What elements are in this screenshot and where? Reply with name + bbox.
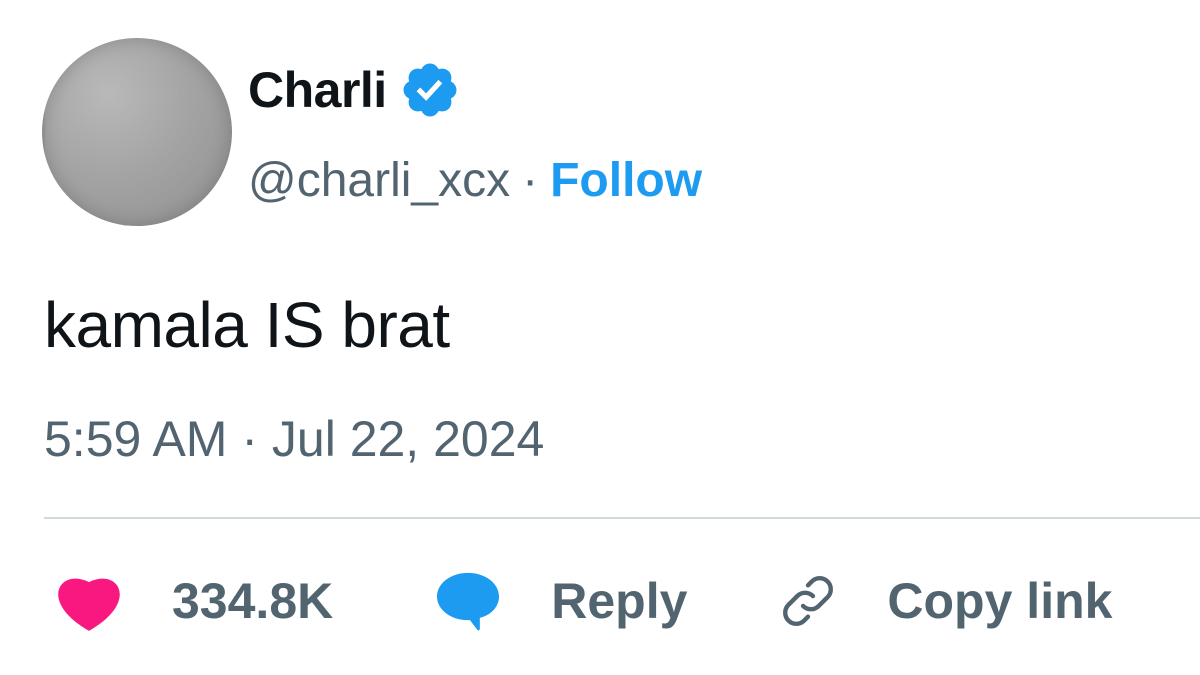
follow-button[interactable]: Follow bbox=[550, 153, 702, 208]
action-bar: 334.8K Reply Copy link bbox=[54, 565, 1112, 637]
divider bbox=[44, 517, 1200, 519]
handle-row: @charli_xcx · Follow bbox=[248, 150, 702, 210]
tweet-timestamp[interactable]: 5:59 AM · Jul 22, 2024 bbox=[44, 410, 544, 468]
reply-label: Reply bbox=[551, 573, 688, 629]
like-button[interactable]: 334.8K bbox=[54, 570, 333, 632]
author-name[interactable]: Charli bbox=[248, 61, 387, 119]
heart-icon bbox=[58, 578, 120, 631]
link-icon bbox=[783, 576, 834, 626]
like-count: 334.8K bbox=[172, 573, 334, 629]
copy-link-button[interactable]: Copy link bbox=[775, 568, 1112, 634]
author-handle[interactable]: @charli_xcx bbox=[248, 153, 510, 208]
avatar[interactable] bbox=[42, 38, 232, 226]
separator-dot: · bbox=[522, 153, 539, 207]
speech-bubble-icon bbox=[437, 572, 500, 631]
tweet-card: Charli @charli_xcx · Follow kamala IS br… bbox=[0, 0, 1200, 675]
reply-button[interactable]: Reply bbox=[433, 570, 687, 632]
verified-badge-icon bbox=[403, 63, 457, 117]
copy-link-label: Copy link bbox=[887, 573, 1113, 629]
tweet-text: kamala IS brat bbox=[44, 289, 450, 361]
author-name-row: Charli bbox=[248, 60, 461, 120]
